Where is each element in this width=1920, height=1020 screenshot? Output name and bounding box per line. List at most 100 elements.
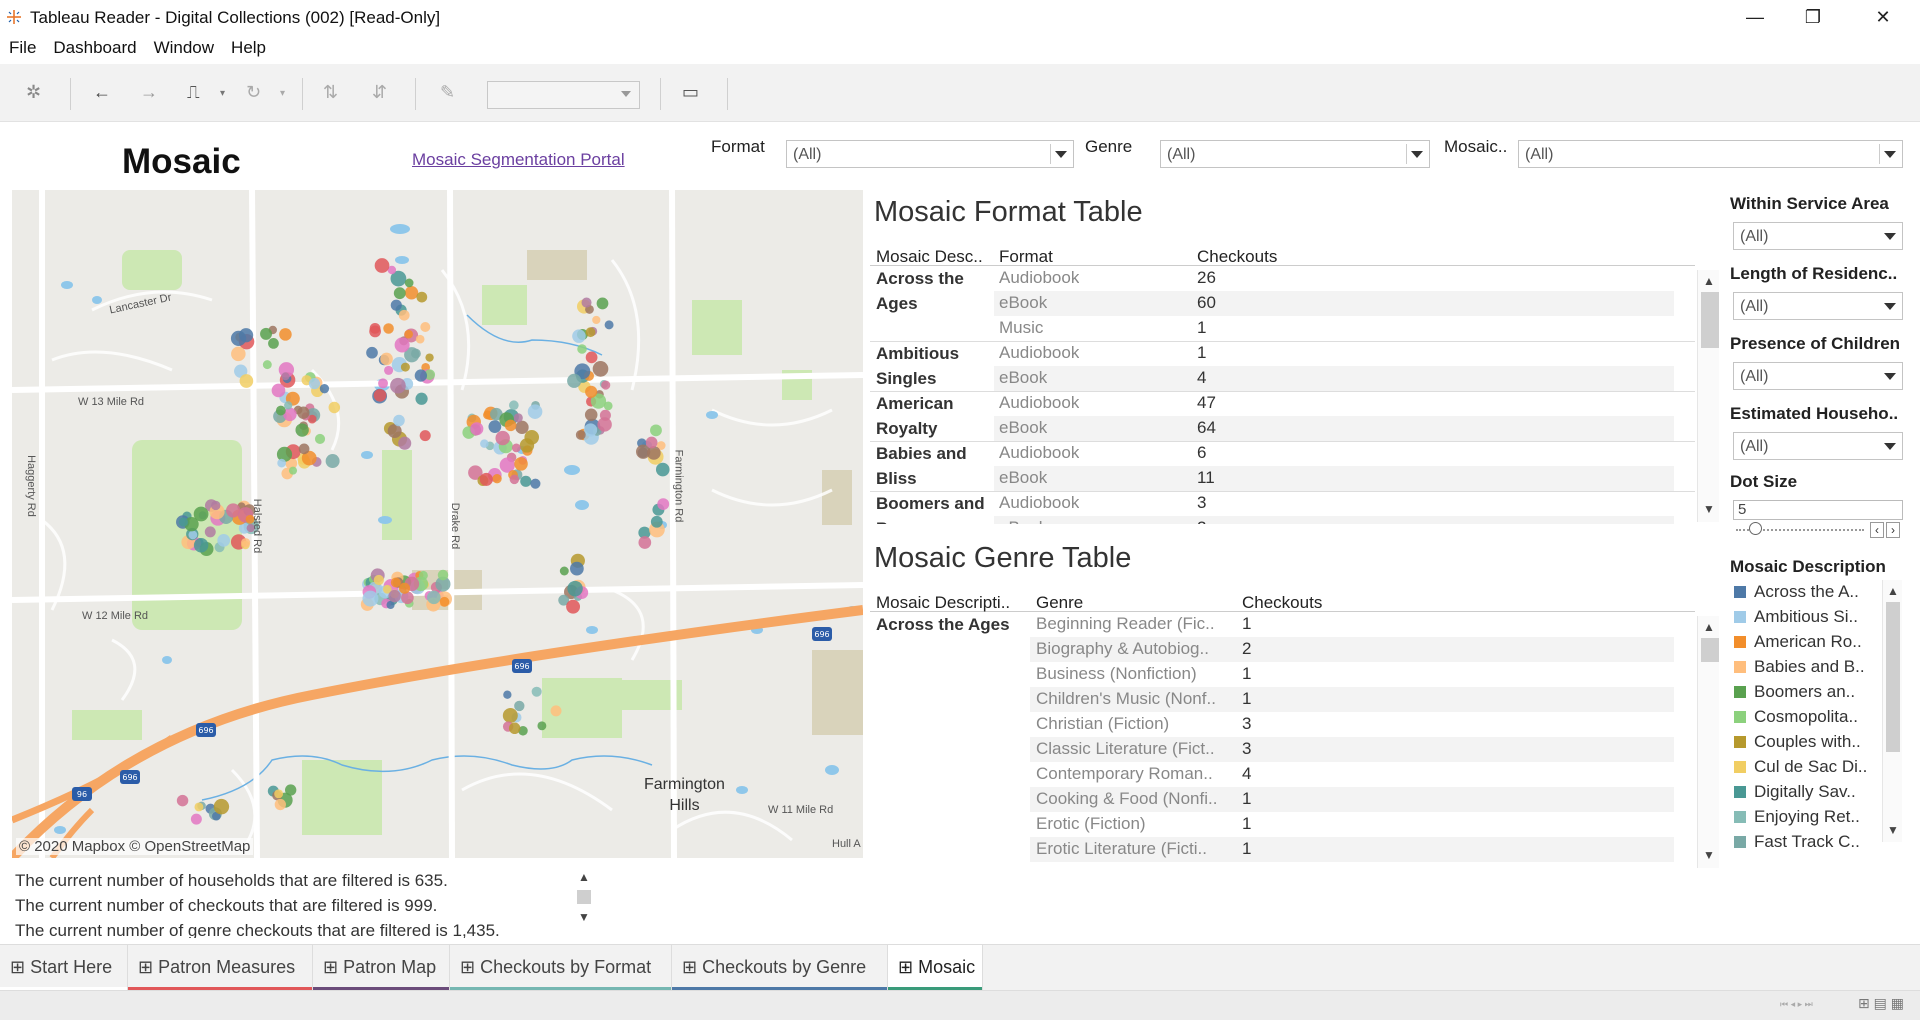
format-filter-combo[interactable]: (All) [786, 140, 1074, 168]
patron-dot[interactable] [577, 344, 587, 354]
scroll-thumb[interactable] [577, 890, 591, 904]
patron-dot[interactable] [298, 443, 310, 455]
patron-dot[interactable] [404, 329, 413, 339]
patron-dot[interactable] [511, 443, 521, 453]
patron-dot[interactable] [502, 708, 518, 723]
tableau-home-icon[interactable]: ✲ [26, 82, 41, 103]
legend-item[interactable]: Across the A.. [1734, 582, 1859, 607]
patron-dot[interactable] [650, 515, 663, 528]
patron-dot[interactable] [288, 466, 298, 475]
restore-button[interactable]: ❐ [1783, 0, 1843, 34]
table-row[interactable]: Cooking & Food (Nonfi.. 1 [1030, 787, 1674, 812]
portal-link[interactable]: Mosaic Segmentation Portal [412, 150, 625, 170]
patron-dot[interactable] [393, 414, 405, 427]
legend-item[interactable]: Babies and B.. [1734, 657, 1865, 682]
patron-dot[interactable] [390, 377, 406, 394]
scroll-down-icon[interactable]: ▼ [1887, 823, 1899, 837]
patron-dot[interactable] [274, 789, 284, 799]
patron-dot[interactable] [514, 457, 528, 471]
patron-dot[interactable] [373, 388, 387, 402]
format-col-checkouts[interactable]: Checkouts [1197, 247, 1277, 267]
table-row[interactable]: Erotic Literature (Ficti.. 1 [1030, 837, 1674, 862]
table-row[interactable]: Music 1 [994, 316, 1674, 341]
side-filter-combo[interactable]: (All) [1733, 222, 1903, 250]
patron-dot[interactable] [520, 475, 532, 487]
patron-dot[interactable] [319, 384, 330, 394]
patron-dot[interactable] [425, 353, 434, 362]
patron-dot[interactable] [178, 517, 188, 527]
legend-item[interactable]: Couples with.. [1734, 732, 1861, 757]
table-row[interactable]: eBook 60 [994, 291, 1674, 316]
patron-dot[interactable] [592, 315, 601, 325]
presentation-mode-icon[interactable]: ▭ [682, 82, 699, 103]
table-row[interactable]: Beginning Reader (Fic.. 1 [1030, 612, 1674, 637]
table-row[interactable]: eBook 4 [994, 366, 1674, 391]
format-table-scrollbar[interactable]: ▲ ▼ [1697, 270, 1719, 522]
legend-scrollbar[interactable]: ▲ ▼ [1882, 580, 1902, 842]
table-row[interactable]: Audiobook 47 [994, 391, 1674, 416]
patron-dot[interactable] [585, 385, 598, 398]
patron-dot[interactable] [193, 538, 209, 553]
patron-dot[interactable] [495, 430, 510, 446]
patron-dot[interactable] [537, 721, 547, 731]
patron-dot[interactable] [279, 328, 292, 341]
patron-dot[interactable] [366, 346, 378, 359]
genre-filter-combo[interactable]: (All) [1160, 140, 1430, 168]
genre-col-genre[interactable]: Genre [1036, 593, 1083, 613]
sort-ascending-icon[interactable]: ⇅ [323, 82, 338, 103]
legend-item[interactable]: Boomers an.. [1734, 682, 1855, 707]
table-row[interactable]: Audiobook 26 [994, 266, 1674, 291]
patron-dot[interactable] [601, 380, 611, 390]
menu-file[interactable]: File [0, 36, 44, 62]
patron-dot[interactable] [190, 813, 202, 825]
table-row[interactable]: eBook 64 [994, 416, 1674, 441]
legend-item[interactable]: Ambitious Si.. [1734, 607, 1858, 632]
patron-map[interactable]: 696 696 696 696 96 Lancaster Dr W 13 Mil… [12, 190, 863, 858]
patron-dot[interactable] [479, 472, 493, 486]
patron-dot[interactable] [492, 473, 502, 484]
patron-dot[interactable] [437, 569, 449, 581]
pin-icon[interactable]: ✎ [440, 82, 455, 103]
patron-dot[interactable] [419, 430, 431, 442]
format-col-format[interactable]: Format [999, 247, 1053, 267]
patron-dot[interactable] [241, 538, 251, 548]
patron-dot[interactable] [308, 378, 321, 390]
legend-item[interactable]: Digitally Sav.. [1734, 782, 1856, 807]
patron-dot[interactable] [362, 590, 379, 607]
patron-dot[interactable] [404, 278, 414, 288]
patron-dot[interactable] [415, 334, 425, 344]
table-row[interactable]: Children's Music (Nonf.. 1 [1030, 687, 1674, 712]
tab-mosaic[interactable]: ⊞ Mosaic [888, 945, 983, 991]
table-row[interactable]: Audiobook 3 [994, 491, 1674, 516]
side-filter-combo[interactable]: (All) [1733, 362, 1903, 390]
side-filter-combo[interactable]: (All) [1733, 432, 1903, 460]
patron-dot[interactable] [524, 429, 540, 445]
patron-dot[interactable] [604, 320, 614, 330]
legend-item[interactable]: Enjoying Ret.. [1734, 807, 1860, 832]
scroll-up-icon[interactable]: ▲ [578, 870, 590, 884]
scroll-down-icon[interactable]: ▼ [578, 910, 590, 924]
patron-dot[interactable] [378, 378, 388, 389]
patron-dot[interactable] [275, 405, 286, 416]
scroll-up-icon[interactable]: ▲ [1703, 620, 1715, 634]
patron-dot[interactable] [314, 433, 326, 444]
patron-dot[interactable] [650, 424, 662, 437]
summary-scrollbar[interactable]: ▲ ▼ [574, 868, 594, 928]
patron-dot[interactable] [655, 462, 670, 477]
patron-dot[interactable] [404, 286, 419, 300]
patron-dot[interactable] [268, 338, 279, 349]
patron-dot[interactable] [657, 498, 670, 511]
patron-dot[interactable] [369, 322, 381, 334]
patron-dot[interactable] [380, 352, 393, 366]
patron-dot[interactable] [597, 417, 612, 432]
patron-dot[interactable] [531, 686, 542, 697]
scroll-thumb[interactable] [1701, 292, 1719, 348]
patron-dot[interactable] [260, 327, 273, 340]
sheet-view-icons[interactable]: ⊞ ▤ ▦ [1858, 995, 1904, 1012]
patron-dot[interactable] [411, 348, 421, 359]
table-row[interactable]: eBook 2 [994, 516, 1674, 524]
patron-dot[interactable] [570, 561, 584, 576]
tab-checkouts-by-format[interactable]: ⊞ Checkouts by Format [450, 945, 672, 991]
patron-dot[interactable] [325, 454, 340, 469]
patron-dot[interactable] [176, 794, 189, 807]
